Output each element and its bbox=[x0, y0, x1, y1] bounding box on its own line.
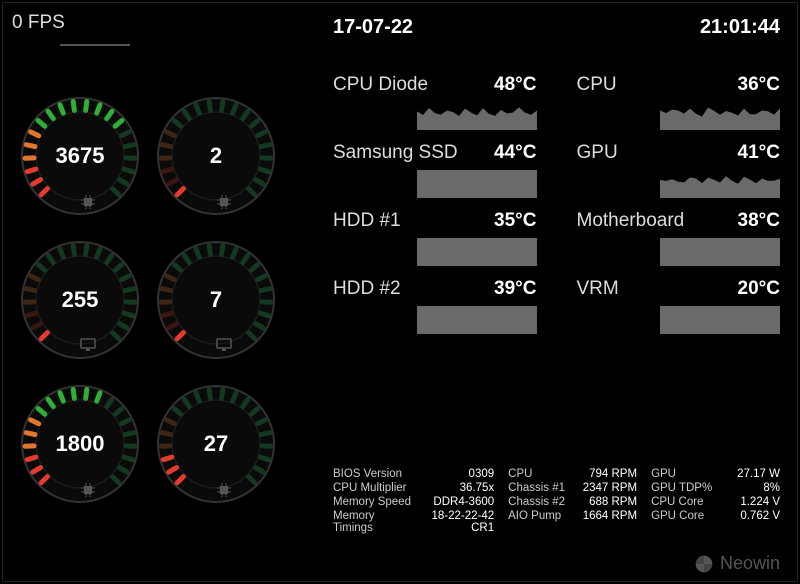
temp-block: Samsung SSD 44°C bbox=[333, 142, 537, 198]
info-row: CPU Multiplier 36.75x bbox=[333, 482, 494, 494]
temp-block: Motherboard 38°C bbox=[577, 210, 781, 266]
info-val: 1.224 V bbox=[740, 496, 780, 508]
temp-graph bbox=[660, 170, 780, 198]
gauge: 7 bbox=[156, 240, 276, 360]
info-val: 18-22-22-42 CR1 bbox=[415, 510, 495, 534]
temp-graph bbox=[417, 170, 537, 198]
temp-value: 48°C bbox=[494, 74, 536, 96]
info-val: 0309 bbox=[469, 468, 495, 480]
temp-block: GPU 41°C bbox=[577, 142, 781, 198]
temp-block: CPU 36°C bbox=[577, 74, 781, 130]
temp-value: 36°C bbox=[738, 74, 780, 96]
info-key: GPU bbox=[651, 468, 676, 480]
temp-value: 41°C bbox=[738, 142, 780, 164]
info-val: 2347 RPM bbox=[583, 482, 637, 494]
temp-block: VRM 20°C bbox=[577, 278, 781, 334]
gauge: 255 bbox=[20, 240, 140, 360]
temp-label: GPU bbox=[577, 142, 618, 164]
gauge: 27 bbox=[156, 384, 276, 504]
temp-label: Motherboard bbox=[577, 210, 685, 232]
info-key: CPU Core bbox=[651, 496, 703, 508]
temp-graph bbox=[417, 102, 537, 130]
temp-graph bbox=[660, 102, 780, 130]
info-column: GPU 27.17 W GPU TDP% 8% CPU Core 1.224 V GPU C… bbox=[651, 468, 780, 534]
info-row: CPU 794 RPM bbox=[508, 468, 637, 480]
info-key: CPU bbox=[508, 468, 532, 480]
info-val: DDR4-3600 bbox=[433, 496, 494, 508]
info-val: 8% bbox=[763, 482, 780, 494]
date-label: 17-07-22 bbox=[333, 16, 413, 39]
info-row: AIO Pump 1664 RPM bbox=[508, 510, 637, 522]
fps-underline bbox=[60, 44, 130, 46]
info-val: 36.75x bbox=[460, 482, 495, 494]
info-val: 794 RPM bbox=[589, 468, 637, 480]
temp-label: CPU Diode bbox=[333, 74, 428, 96]
temp-graph bbox=[660, 306, 780, 334]
info-key: CPU Multiplier bbox=[333, 482, 407, 494]
info-row: BIOS Version 0309 bbox=[333, 468, 494, 480]
info-key: Memory Timings bbox=[333, 510, 409, 534]
info-key: BIOS Version bbox=[333, 468, 402, 480]
temp-block: CPU Diode 48°C bbox=[333, 74, 537, 130]
info-row: CPU Core 1.224 V bbox=[651, 496, 780, 508]
time-label: 21:01:44 bbox=[700, 16, 780, 39]
info-key: Chassis #2 bbox=[508, 496, 565, 508]
watermark-icon bbox=[694, 554, 714, 574]
info-key: GPU Core bbox=[651, 510, 704, 522]
info-val: 27.17 W bbox=[737, 468, 780, 480]
watermark-label: Neowin bbox=[720, 553, 780, 574]
info-key: GPU TDP% bbox=[651, 482, 712, 494]
temp-value: 44°C bbox=[494, 142, 536, 164]
temp-label: HDD #2 bbox=[333, 278, 401, 300]
info-row: Memory Timings18-22-22-42 CR1 bbox=[333, 510, 494, 534]
info-column: BIOS Version 0309 CPU Multiplier 36.75x Memo… bbox=[333, 468, 494, 534]
gauge-grid: 3675 2 255 7 1800 27 bbox=[20, 96, 276, 504]
watermark: Neowin bbox=[694, 553, 780, 574]
temp-value: 39°C bbox=[494, 278, 536, 300]
temp-label: HDD #1 bbox=[333, 210, 401, 232]
temp-value: 20°C bbox=[738, 278, 780, 300]
temp-label: Samsung SSD bbox=[333, 142, 458, 164]
temp-value: 35°C bbox=[494, 210, 536, 232]
info-row: Chassis #1 2347 RPM bbox=[508, 482, 637, 494]
temp-graph bbox=[417, 238, 537, 266]
temp-value: 38°C bbox=[738, 210, 780, 232]
gauge: 3675 bbox=[20, 96, 140, 216]
temp-graph bbox=[417, 306, 537, 334]
temp-label: VRM bbox=[577, 278, 619, 300]
temp-label: CPU bbox=[577, 74, 617, 96]
info-key: AIO Pump bbox=[508, 510, 561, 522]
temp-block: HDD #2 39°C bbox=[333, 278, 537, 334]
info-val: 1664 RPM bbox=[583, 510, 637, 522]
temp-graph bbox=[660, 238, 780, 266]
info-row: GPU 27.17 W bbox=[651, 468, 780, 480]
info-column: CPU 794 RPM Chassis #1 2347 RPM Chassis #2 68… bbox=[508, 468, 637, 534]
info-key: Memory Speed bbox=[333, 496, 411, 508]
info-key: Chassis #1 bbox=[508, 482, 565, 494]
fps-counter: 0 FPS bbox=[12, 12, 65, 34]
info-row: GPU TDP% 8% bbox=[651, 482, 780, 494]
gauge: 2 bbox=[156, 96, 276, 216]
info-row: GPU Core 0.762 V bbox=[651, 510, 780, 522]
temp-block: HDD #1 35°C bbox=[333, 210, 537, 266]
info-row: Memory Speed DDR4-3600 bbox=[333, 496, 494, 508]
temperature-grid: CPU Diode 48°C CPU 36°C Samsung SSD 44°C… bbox=[333, 74, 780, 334]
info-val: 688 RPM bbox=[589, 496, 637, 508]
gauge: 1800 bbox=[20, 384, 140, 504]
info-table: BIOS Version 0309 CPU Multiplier 36.75x Memo… bbox=[333, 468, 780, 534]
info-val: 0.762 V bbox=[740, 510, 780, 522]
info-row: Chassis #2 688 RPM bbox=[508, 496, 637, 508]
